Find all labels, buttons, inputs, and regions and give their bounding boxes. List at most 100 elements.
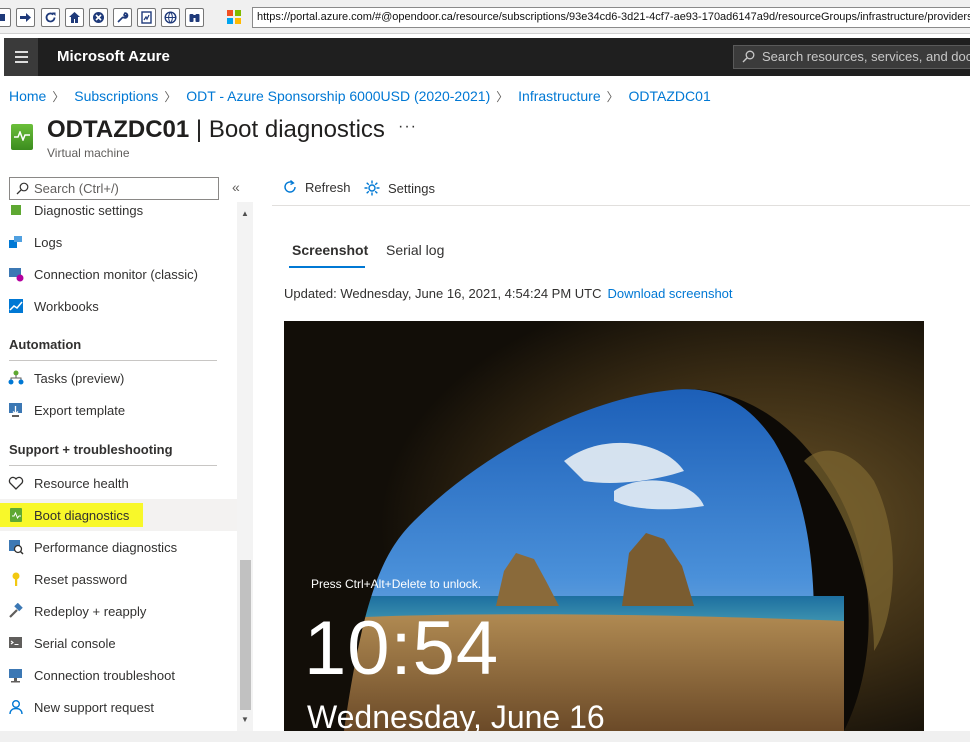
sidebar-item-label: Connection monitor (classic) (34, 266, 199, 282)
breadcrumb: Home 〉 Subscriptions 〉 ODT - Azure Sponsor… (9, 88, 711, 105)
more-options-icon[interactable]: ··· (398, 118, 417, 136)
sidebar-item-connection-troubleshoot[interactable]: Connection troubleshoot (0, 659, 237, 691)
menu-icon[interactable] (4, 38, 38, 76)
sidebar-item-label: Redeploy + reapply (34, 603, 147, 619)
refresh-browser-icon[interactable] (41, 8, 60, 27)
close-icon[interactable] (89, 8, 108, 27)
breadcrumb-subscription[interactable]: ODT - Azure Sponsorship 6000USD (2020-20… (186, 88, 490, 104)
sidebar-item-reset-password[interactable]: Reset password (0, 563, 237, 595)
settings-label: Settings (388, 180, 435, 196)
sidebar-item-label: Reset password (34, 571, 128, 587)
sidebar-item-label: New support request (34, 699, 154, 715)
download-screenshot-link[interactable]: Download screenshot (608, 286, 733, 301)
console-icon (8, 635, 24, 651)
sidebar-item-tasks[interactable]: Tasks (preview) (0, 362, 237, 394)
sidebar-item-label: Connection troubleshoot (34, 667, 175, 683)
workbooks-icon (8, 298, 24, 314)
section-divider (9, 465, 217, 466)
section-support: Support + troubleshooting (9, 442, 173, 457)
collapse-sidebar-icon[interactable]: « (232, 179, 240, 195)
command-bar: Refresh Settings (272, 172, 970, 206)
scroll-thumb[interactable] (240, 560, 251, 710)
sidebar-item-label: Diagnostic settings (34, 202, 144, 218)
heart-icon (8, 475, 24, 491)
scroll-down-icon[interactable]: ▼ (241, 715, 249, 724)
boot-diagnostics-icon (8, 507, 24, 523)
binoculars-icon[interactable] (185, 8, 204, 27)
sidebar-item-redeploy[interactable]: Redeploy + reapply (0, 595, 237, 627)
sidebar-item-resource-health[interactable]: Resource health (0, 467, 237, 499)
sidebar: Diagnostic settings Logs Connection moni… (0, 202, 237, 732)
microsoft-logo-icon (227, 10, 241, 24)
sidebar-item-diagnostic-settings[interactable]: Diagnostic settings (0, 202, 237, 226)
sidebar-item-label: Serial console (34, 635, 116, 651)
sidebar-item-label: Logs (34, 234, 63, 250)
search-icon (16, 182, 29, 195)
address-bar[interactable]: https://portal.azure.com/#@opendoor.ca/r… (252, 7, 970, 28)
stats-icon[interactable] (137, 8, 156, 27)
section-divider (9, 360, 217, 361)
sidebar-item-label: Workbooks (34, 298, 99, 314)
performance-icon (8, 539, 24, 555)
tab-serial-log[interactable]: Serial log (386, 242, 444, 258)
stop-icon[interactable] (0, 8, 11, 27)
title-separator: | (189, 116, 209, 143)
resource-type: Virtual machine (47, 146, 130, 160)
tools-icon[interactable] (113, 8, 132, 27)
resource-name: ODTAZDC01 (47, 116, 190, 143)
sidebar-item-label: Export template (34, 402, 126, 418)
connection-monitor-icon (8, 266, 24, 282)
export-template-icon (8, 402, 24, 418)
boot-diagnostics-title-icon (11, 124, 33, 150)
portal-title[interactable]: Microsoft Azure (57, 38, 170, 76)
boot-screenshot: Press Ctrl+Alt+Delete to unlock. 10:54 W… (284, 321, 924, 731)
troubleshoot-icon (8, 667, 24, 683)
home-icon[interactable] (65, 8, 84, 27)
sidebar-item-logs[interactable]: Logs (0, 226, 237, 258)
sidebar-item-new-support-request[interactable]: New support request (0, 691, 237, 723)
globe-icon[interactable] (161, 8, 180, 27)
browser-toolbar: https://portal.azure.com/#@opendoor.ca/r… (0, 0, 970, 34)
highlight-marker: Boot diagnostics (0, 503, 144, 527)
blade-name: Boot diagnostics (208, 116, 385, 143)
gear-icon (364, 180, 380, 196)
updated-timestamp: Updated: Wednesday, June 16, 2021, 4:54:… (284, 286, 602, 301)
portal-header: Microsoft Azure Search resources, servic… (4, 38, 970, 76)
page-title: ODTAZDC01 | Boot diagnostics (47, 116, 385, 144)
refresh-button[interactable]: Refresh (282, 179, 351, 195)
unlock-message: Press Ctrl+Alt+Delete to unlock. (311, 577, 482, 591)
refresh-icon (284, 180, 296, 193)
tab-screenshot[interactable]: Screenshot (292, 242, 368, 258)
sidebar-search-placeholder: Search (Ctrl+/) (34, 181, 119, 196)
sidebar-item-label: Resource health (34, 475, 129, 491)
breadcrumb-resource-group[interactable]: Infrastructure (518, 88, 600, 104)
breadcrumb-vm[interactable]: ODTAZDC01 (629, 88, 711, 104)
tasks-icon (8, 370, 24, 386)
bottom-edge (0, 731, 970, 742)
chevron-right-icon: 〉 (52, 90, 65, 104)
section-automation: Automation (9, 337, 82, 352)
global-search-placeholder: Search resources, services, and docs (762, 49, 970, 64)
settings-button[interactable]: Settings (363, 179, 435, 197)
sidebar-item-performance-diagnostics[interactable]: Performance diagnostics (0, 531, 237, 563)
diagnostic-settings-icon (8, 202, 24, 218)
logs-icon (8, 234, 24, 250)
sidebar-item-connection-monitor[interactable]: Connection monitor (classic) (0, 258, 237, 290)
breadcrumb-home[interactable]: Home (9, 88, 46, 104)
support-person-icon (8, 699, 24, 715)
global-search-input[interactable]: Search resources, services, and docs (733, 45, 970, 69)
sidebar-item-export-template[interactable]: Export template (0, 394, 237, 426)
key-icon (8, 571, 24, 587)
chevron-right-icon: 〉 (164, 90, 177, 104)
sidebar-item-serial-console[interactable]: Serial console (0, 627, 237, 659)
sidebar-item-workbooks[interactable]: Workbooks (0, 290, 237, 322)
forward-icon[interactable] (16, 8, 35, 27)
scroll-up-icon[interactable]: ▲ (241, 209, 249, 218)
sidebar-item-boot-diagnostics[interactable]: Boot diagnostics (0, 499, 237, 531)
sidebar-item-label: Performance diagnostics (34, 539, 178, 555)
chevron-right-icon: 〉 (496, 90, 509, 104)
sidebar-search-input[interactable]: Search (Ctrl+/) (9, 177, 219, 200)
breadcrumb-subscriptions[interactable]: Subscriptions (74, 88, 158, 104)
chevron-right-icon: 〉 (606, 90, 619, 104)
hammer-icon (8, 603, 24, 619)
